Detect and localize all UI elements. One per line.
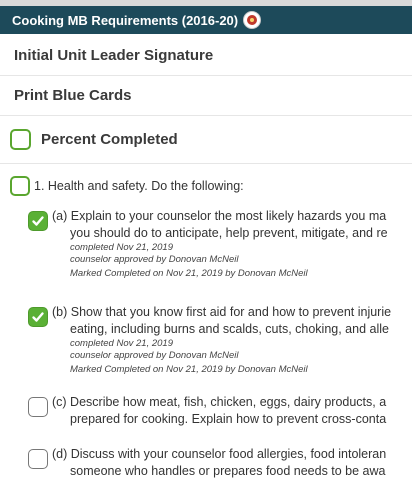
requirement-1a-line1: (a) Explain to your counselor the most l… xyxy=(52,209,387,223)
page-title-bar: Cooking MB Requirements (2016-20) xyxy=(0,6,412,34)
requirement-1b-checkbox[interactable] xyxy=(28,307,48,327)
requirement-1a-approved: counselor approved by Donovan McNeil xyxy=(70,253,239,265)
initial-unit-leader-signature-link[interactable]: Initial Unit Leader Signature xyxy=(0,36,412,76)
merit-badge-emblem-icon xyxy=(243,11,262,29)
requirement-1a-line2: you should do to anticipate, help preven… xyxy=(70,226,388,240)
requirement-1d-line1: (d) Discuss with your counselor food all… xyxy=(52,447,387,461)
requirement-1c-line2: prepared for cooking. Explain how to pre… xyxy=(70,412,387,426)
checkmark-icon xyxy=(32,216,44,226)
requirement-1a-checkbox[interactable] xyxy=(28,211,48,231)
requirement-1b-line1: (b) Show that you know first aid for and… xyxy=(52,305,392,319)
percent-completed-row: Percent Completed xyxy=(0,116,412,164)
requirement-1a-completed: completed Nov 21, 2019 xyxy=(70,242,173,253)
requirement-1b-marked: Marked Completed on Nov 21, 2019 by Dono… xyxy=(70,364,308,375)
requirement-1b: (b) Show that you know first aid for and… xyxy=(28,304,412,376)
requirement-1c-checkbox[interactable] xyxy=(28,397,48,417)
requirement-1c: (c) Describe how meat, fish, chicken, eg… xyxy=(28,394,412,428)
percent-completed-label: Percent Completed xyxy=(41,131,178,148)
requirement-1a-marked: Marked Completed on Nov 21, 2019 by Dono… xyxy=(70,268,308,279)
requirement-1-label: 1. Health and safety. Do the following: xyxy=(34,179,244,193)
checkmark-icon xyxy=(32,312,44,322)
requirement-1c-line1: (c) Describe how meat, fish, chicken, eg… xyxy=(52,395,387,409)
requirement-1b-line2: eating, including burns and scalds, cuts… xyxy=(70,322,389,336)
requirement-1b-completed: completed Nov 21, 2019 xyxy=(70,338,173,349)
requirement-1-checkbox[interactable] xyxy=(10,176,30,196)
requirement-1d: (d) Discuss with your counselor food all… xyxy=(28,446,412,480)
top-bar: Cooking MB Requirements (2016-20) xyxy=(0,0,412,40)
requirement-1d-checkbox[interactable] xyxy=(28,449,48,469)
print-cards-label: Print Blue Cards xyxy=(14,87,132,104)
initial-signature-label: Initial Unit Leader Signature xyxy=(14,47,214,64)
print-blue-cards-link[interactable]: Print Blue Cards xyxy=(0,76,412,116)
page-title: Cooking MB Requirements (2016-20) xyxy=(12,12,239,28)
requirement-1a: (a) Explain to your counselor the most l… xyxy=(28,208,412,280)
percent-completed-checkbox[interactable] xyxy=(10,129,31,150)
requirement-1: 1. Health and safety. Do the following: xyxy=(10,176,244,196)
requirement-1b-approved: counselor approved by Donovan McNeil xyxy=(70,349,239,361)
requirement-1d-line2: someone who handles or prepares food nee… xyxy=(70,464,386,478)
